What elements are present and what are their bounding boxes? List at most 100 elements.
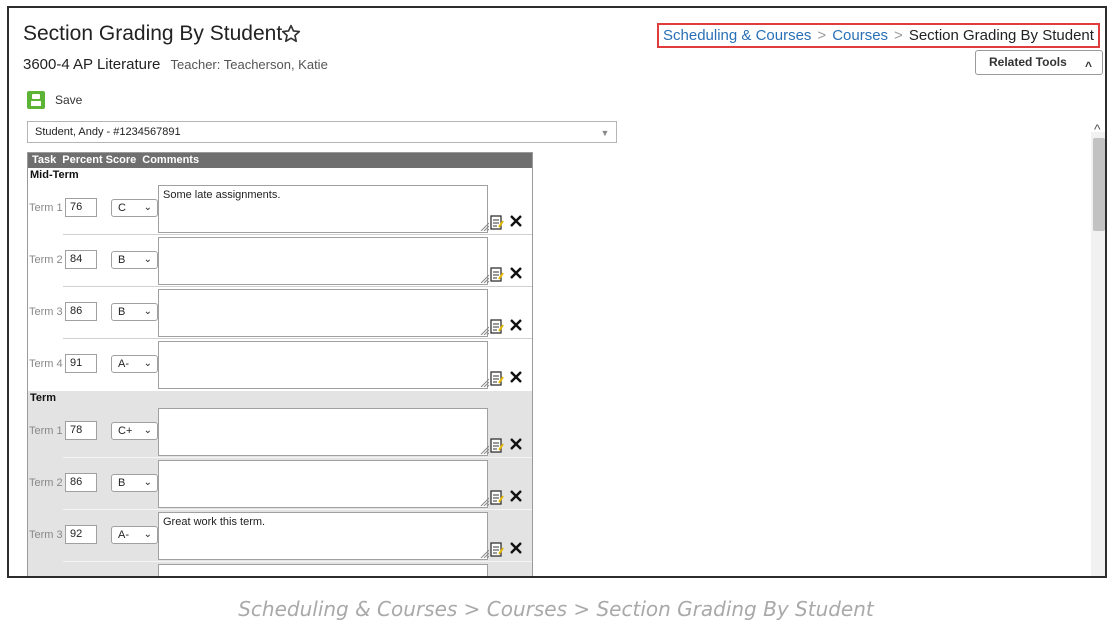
- grade-value: B: [118, 254, 126, 266]
- grade-value: A-: [118, 358, 129, 370]
- term-label: Term 3: [29, 529, 63, 541]
- term-label: Term 4: [29, 358, 63, 370]
- comment-textarea[interactable]: [158, 237, 488, 285]
- grade-row: Term 1 76 C ⌄ Some late assignments.: [28, 183, 532, 235]
- comment-textarea[interactable]: Great work this term.: [158, 512, 488, 560]
- resize-handle-icon[interactable]: [479, 548, 489, 558]
- chevron-up-icon: ^: [1084, 59, 1092, 73]
- save-button[interactable]: Save: [27, 90, 82, 110]
- chevron-down-icon: ⌄: [143, 202, 152, 213]
- delete-x-icon[interactable]: [508, 265, 524, 281]
- grade-value: A-: [118, 529, 129, 541]
- resize-handle-icon[interactable]: [479, 377, 489, 387]
- task-group-term: Term Term 1 78 C+ ⌄ Term 2 86 B ⌄ Term 3…: [28, 391, 532, 576]
- comment-textarea[interactable]: [158, 289, 488, 337]
- section-info: 3600-4 AP Literature Teacher: Teacherson…: [23, 56, 328, 73]
- resize-handle-icon[interactable]: [479, 444, 489, 454]
- breadcrumb-current: Section Grading By Student: [908, 27, 1094, 44]
- delete-x-icon[interactable]: [508, 488, 524, 504]
- grade-row: Term 1 78 C+ ⌄: [28, 406, 532, 458]
- term-label: Term 3: [29, 306, 63, 318]
- percent-input[interactable]: 91: [65, 354, 97, 373]
- delete-x-icon[interactable]: [508, 436, 524, 452]
- chevron-down-icon: ⌄: [143, 254, 152, 265]
- grade-select[interactable]: B ⌄: [111, 251, 158, 269]
- grade-row-partial: [28, 562, 532, 576]
- resize-handle-icon[interactable]: [479, 496, 489, 506]
- grade-select[interactable]: B ⌄: [111, 474, 158, 492]
- breadcrumb-separator: >: [817, 27, 827, 44]
- grade-select[interactable]: A- ⌄: [111, 355, 158, 373]
- notes-icon[interactable]: [490, 267, 504, 282]
- resize-handle-icon[interactable]: [479, 273, 489, 283]
- comment-textarea[interactable]: [158, 408, 488, 456]
- notes-icon[interactable]: [490, 542, 504, 557]
- task-group-title: Mid-Term: [30, 169, 79, 181]
- grade-select[interactable]: A- ⌄: [111, 526, 158, 544]
- delete-x-icon[interactable]: [508, 213, 524, 229]
- notes-icon[interactable]: [490, 438, 504, 453]
- term-label: Term 2: [29, 477, 63, 489]
- delete-x-icon[interactable]: [508, 317, 524, 333]
- notes-icon[interactable]: [490, 371, 504, 386]
- comment-textarea[interactable]: [158, 564, 488, 576]
- teacher-name: Teacher: Teacherson, Katie: [170, 57, 328, 72]
- student-select-value: Student, Andy - #1234567891: [35, 126, 181, 138]
- save-icon: [27, 91, 45, 109]
- chevron-down-icon: ⌄: [143, 529, 152, 540]
- percent-input[interactable]: 86: [65, 473, 97, 492]
- chevron-down-icon: ⌄: [143, 306, 152, 317]
- grid-header: Task Percent Score Comments: [28, 153, 532, 168]
- related-tools-button[interactable]: Related Tools ^: [975, 50, 1103, 75]
- comment-textarea[interactable]: [158, 341, 488, 389]
- resize-handle-icon[interactable]: [479, 325, 489, 335]
- percent-input[interactable]: 92: [65, 525, 97, 544]
- breadcrumb: Scheduling & Courses > Courses > Section Gra…: [657, 23, 1100, 48]
- app-window: Section Grading By Student Scheduling & …: [7, 6, 1107, 578]
- section-name: 3600-4 AP Literature: [23, 56, 161, 73]
- term-label: Term 1: [29, 202, 63, 214]
- term-label: Term 2: [29, 254, 63, 266]
- notes-icon[interactable]: [490, 490, 504, 505]
- notes-icon[interactable]: [490, 215, 504, 230]
- chevron-down-icon: ⌄: [143, 425, 152, 436]
- delete-x-icon[interactable]: [508, 540, 524, 556]
- scrollbar-thumb[interactable]: [1093, 138, 1105, 231]
- delete-x-icon[interactable]: [508, 369, 524, 385]
- student-select[interactable]: Student, Andy - #1234567891 ▼: [27, 121, 617, 143]
- comment-textarea[interactable]: [158, 460, 488, 508]
- breadcrumb-courses[interactable]: Courses: [832, 27, 888, 44]
- grade-value: B: [118, 477, 126, 489]
- percent-input[interactable]: 78: [65, 421, 97, 440]
- grade-select[interactable]: C ⌄: [111, 199, 158, 217]
- percent-input[interactable]: 84: [65, 250, 97, 269]
- percent-input[interactable]: 86: [65, 302, 97, 321]
- grade-select[interactable]: B ⌄: [111, 303, 158, 321]
- grade-select[interactable]: C+ ⌄: [111, 422, 158, 440]
- grade-row: Term 4 91 A- ⌄: [28, 339, 532, 391]
- scrollbar[interactable]: [1091, 132, 1105, 576]
- task-group-mid-term: Mid-Term Term 1 76 C ⌄ Some late assignme…: [28, 168, 532, 391]
- grading-grid: Task Percent Score Comments Mid-Term Term …: [27, 152, 533, 576]
- page-title: Section Grading By Student: [23, 22, 283, 45]
- task-group-title: Term: [30, 392, 57, 404]
- header-comments: Comments: [142, 154, 200, 166]
- breadcrumb-scheduling-courses[interactable]: Scheduling & Courses: [663, 27, 811, 44]
- favorite-star-icon[interactable]: [280, 23, 302, 45]
- grade-row: Term 2 86 B ⌄: [28, 458, 532, 510]
- term-label: Term 1: [29, 425, 63, 437]
- percent-input[interactable]: 76: [65, 198, 97, 217]
- grade-row: Term 3 86 B ⌄: [28, 287, 532, 339]
- chevron-down-icon: ⌄: [143, 477, 152, 488]
- header-task: Task: [32, 154, 57, 166]
- grade-row: Term 2 84 B ⌄: [28, 235, 532, 287]
- resize-handle-icon[interactable]: [479, 221, 489, 231]
- comment-textarea[interactable]: Some late assignments.: [158, 185, 488, 233]
- notes-icon[interactable]: [490, 319, 504, 334]
- grade-value: B: [118, 306, 126, 318]
- related-tools-label: Related Tools: [989, 55, 1067, 69]
- chevron-down-icon: ⌄: [143, 358, 152, 369]
- dropdown-arrow-icon: ▼: [600, 128, 610, 138]
- save-label: Save: [55, 93, 83, 107]
- grade-value: C+: [118, 425, 133, 437]
